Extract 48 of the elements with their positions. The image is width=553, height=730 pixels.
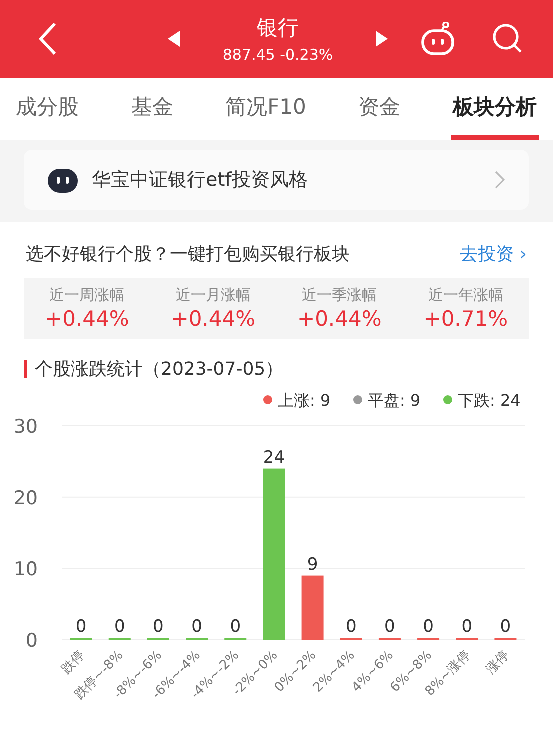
fund-card-label: 华宝中证银行etf投资风格 <box>92 168 309 193</box>
bar-value-label: 9 <box>307 554 318 575</box>
tab[interactable]: 简况F10 <box>224 78 308 140</box>
y-axis-label: 20 <box>14 487 38 510</box>
return-label: 近一月涨幅 <box>176 286 251 305</box>
previous-icon[interactable] <box>168 31 180 47</box>
back-icon[interactable] <box>38 22 58 56</box>
bar-value-label: 0 <box>462 617 473 637</box>
bar-value-label: 0 <box>230 617 242 637</box>
bar-value-label: 0 <box>384 617 396 637</box>
return-label: 近一年涨幅 <box>428 286 504 305</box>
return-label: 近一周涨幅 <box>50 286 125 305</box>
section-marker <box>24 360 27 378</box>
return-value: +0.44% <box>171 307 256 331</box>
y-axis-label: 0 <box>26 630 38 652</box>
y-axis-label: 30 <box>14 416 38 438</box>
search-icon[interactable] <box>492 23 524 55</box>
y-axis-label: 10 <box>14 558 38 581</box>
return-value: +0.44% <box>44 307 130 331</box>
bar-value-label: 0 <box>114 617 126 637</box>
bar-value-label: 24 <box>263 448 286 468</box>
promo-text: 选不好银行个股？一键打包购买银行板块 <box>26 243 350 266</box>
tab[interactable]: 基金 <box>129 78 176 140</box>
header-title: 银行 <box>257 15 299 42</box>
chevron-icon <box>495 171 505 189</box>
index-quote: 887.45 -0.23% <box>222 46 334 64</box>
x-axis-label: 涨停 <box>484 648 513 678</box>
x-axis-label: 跌停 <box>59 648 88 678</box>
return-value: +0.71% <box>424 307 508 331</box>
legend-label: 下跌: 24 <box>458 391 521 410</box>
invest-link[interactable]: 去投资 › <box>460 242 527 266</box>
tab[interactable]: 资金 <box>356 78 403 140</box>
return-label: 近一季涨幅 <box>302 286 378 305</box>
bar-value-label: 0 <box>423 617 434 637</box>
tab[interactable]: 成分股 <box>14 78 81 140</box>
bar-value-label: 0 <box>192 617 202 637</box>
bar <box>302 576 324 640</box>
legend-label: 上涨: 9 <box>278 391 331 410</box>
return-value: +0.44% <box>297 307 382 331</box>
robot-icon[interactable] <box>420 22 456 56</box>
section-title: 个股涨跌统计（2023-07-05） <box>35 358 284 381</box>
bar-value-label: 0 <box>153 617 164 637</box>
bar-value-label: 0 <box>76 617 87 637</box>
bar-value-label: 0 <box>500 617 512 637</box>
bar-value-label: 0 <box>346 617 357 637</box>
next-icon[interactable] <box>376 31 388 47</box>
fund-card[interactable]: 华宝中证银行etf投资风格 <box>24 150 529 210</box>
legend-label: 平盘: 9 <box>368 391 421 410</box>
